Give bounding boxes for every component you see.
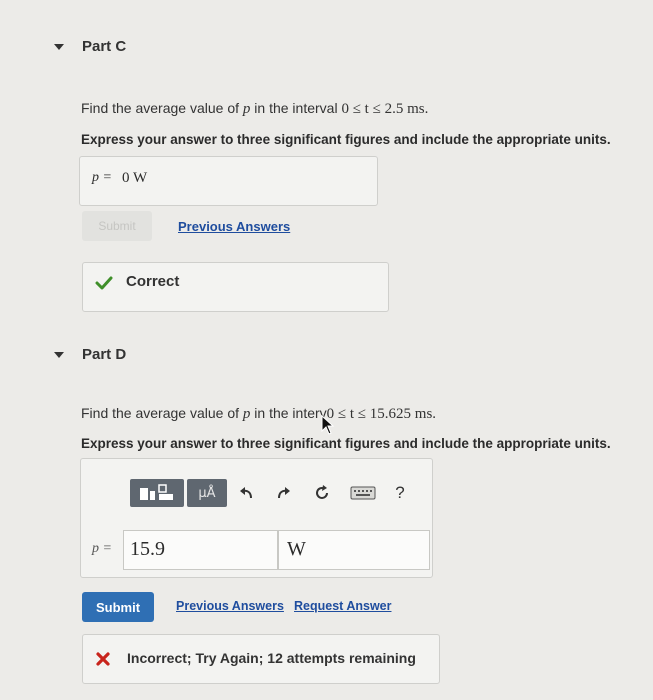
unit-input[interactable]: W — [278, 530, 430, 570]
answer-label: p = — [92, 541, 112, 556]
templates-icon — [140, 484, 173, 500]
previous-answers-link[interactable]: Previous Answers — [178, 219, 290, 234]
part-d-instruction: Express your answer to three significant… — [81, 436, 611, 451]
part-c-answer-box: p = 0 W — [79, 156, 378, 206]
previous-answers-link[interactable]: Previous Answers — [176, 599, 284, 613]
part-d-answer-box: μÅ ? p = 15.9 W — [80, 458, 433, 578]
part-c-question: Find the average value of p in the inter… — [81, 100, 429, 117]
part-d-question: Find the average value of p in the inter… — [81, 405, 437, 422]
reset-icon[interactable] — [310, 479, 334, 507]
templates-button[interactable] — [130, 479, 184, 507]
help-icon[interactable]: ? — [392, 479, 408, 507]
part-c-instruction: Express your answer to three significant… — [81, 132, 611, 147]
part-d-feedback: Incorrect; Try Again; 12 attempts remain… — [82, 634, 440, 684]
incorrect-text: Incorrect; Try Again; 12 attempts remain… — [127, 650, 416, 666]
units-button[interactable]: μÅ — [187, 479, 227, 507]
part-d-title: Part D — [82, 346, 127, 363]
submit-button[interactable]: Submit — [82, 211, 152, 241]
part-c-title: Part C — [82, 38, 127, 55]
incorrect-icon — [95, 651, 111, 672]
part-c-feedback: Correct — [82, 262, 389, 312]
request-answer-link[interactable]: Request Answer — [294, 599, 391, 613]
correct-text: Correct — [126, 273, 180, 290]
keyboard-icon[interactable] — [348, 479, 378, 507]
undo-icon[interactable] — [235, 479, 257, 507]
redo-icon[interactable] — [273, 479, 295, 507]
submit-button[interactable]: Submit — [82, 592, 154, 622]
math-toolbar: μÅ ? — [130, 479, 430, 507]
answer-value: 0 W — [122, 170, 148, 186]
value-input[interactable]: 15.9 — [123, 530, 278, 570]
answer-label: p = — [92, 170, 112, 185]
check-icon — [95, 275, 113, 296]
collapse-toggle-icon[interactable] — [54, 44, 64, 50]
collapse-toggle-icon[interactable] — [54, 352, 64, 358]
